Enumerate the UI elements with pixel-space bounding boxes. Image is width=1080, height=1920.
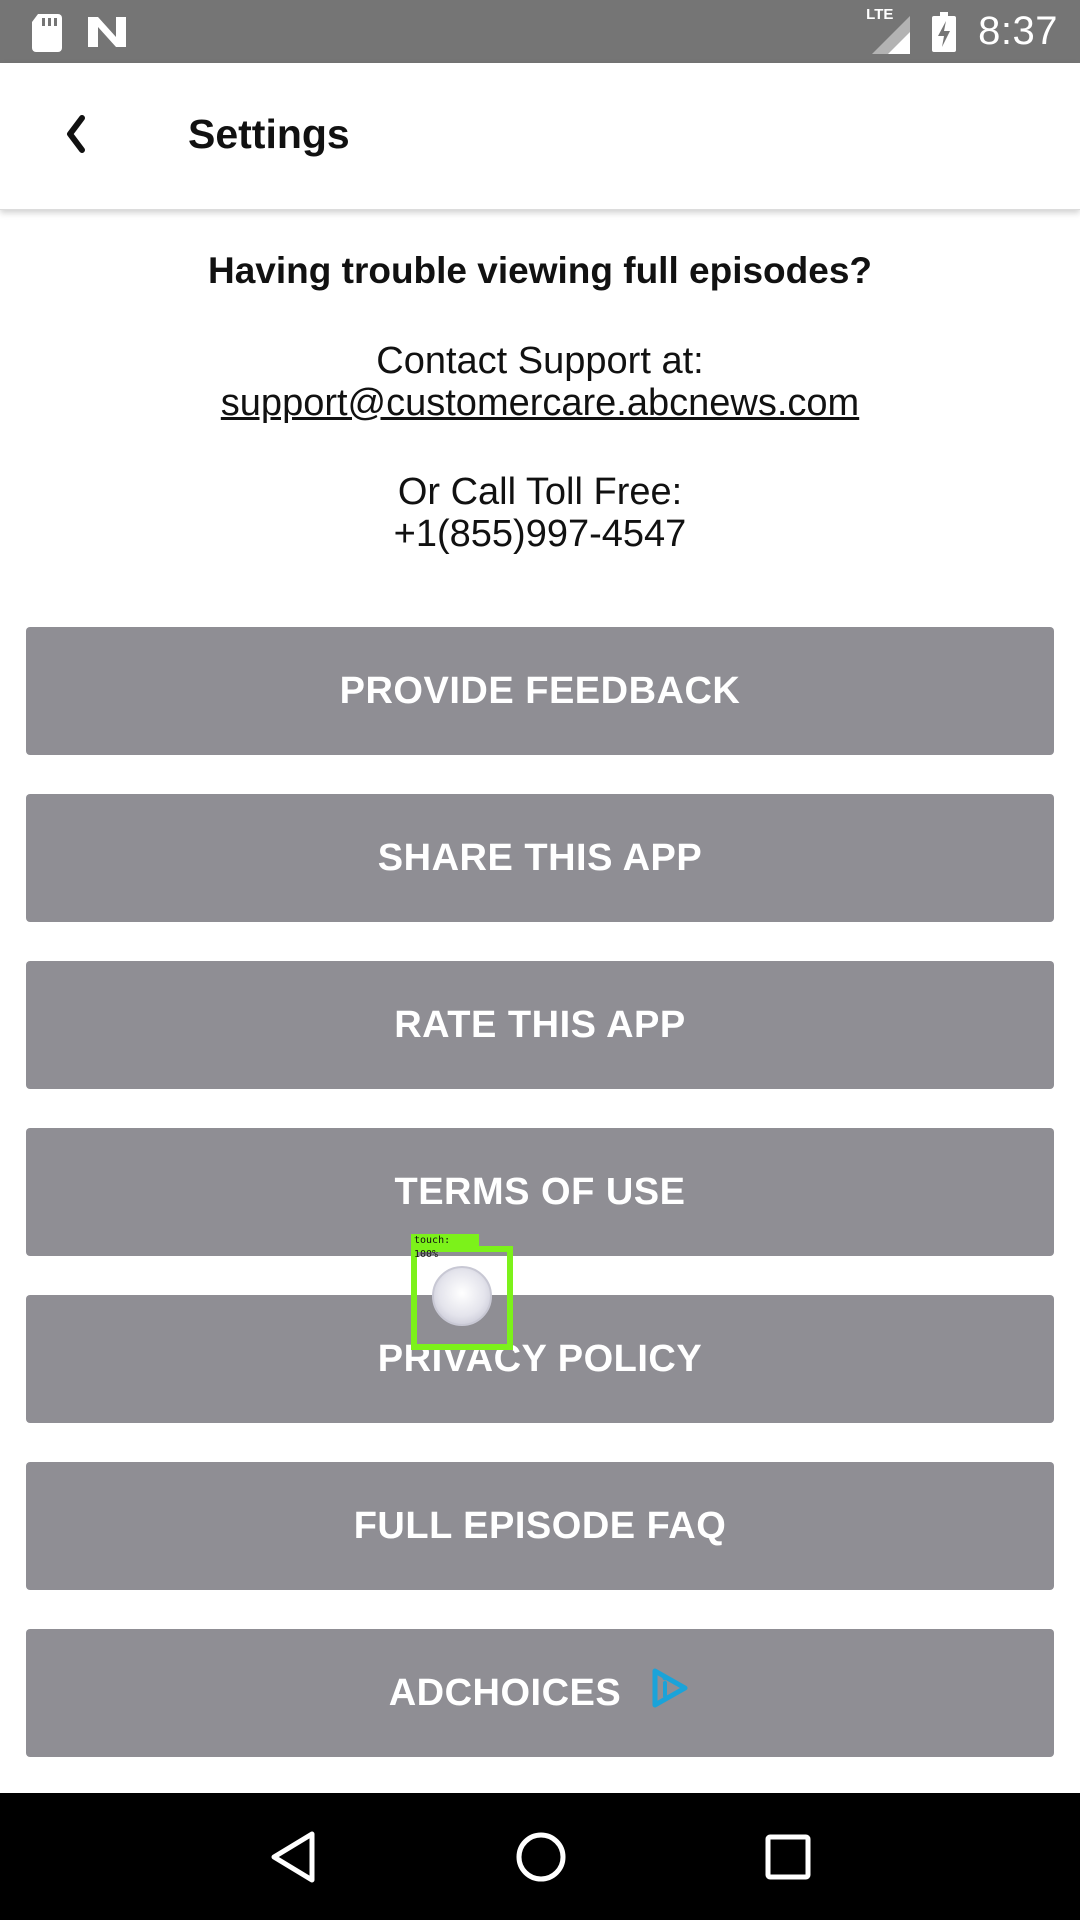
settings-content: Having trouble viewing full episodes? Co… bbox=[0, 210, 1080, 1793]
home-circle-icon[interactable] bbox=[514, 1830, 568, 1884]
share-app-button[interactable]: SHARE THIS APP bbox=[26, 794, 1054, 922]
sd-card-icon bbox=[30, 12, 64, 52]
status-bar-right: LTE 8:37 bbox=[866, 6, 1058, 54]
button-label: ADCHOICES bbox=[388, 1671, 622, 1714]
adchoices-button[interactable]: ADCHOICES bbox=[26, 1629, 1054, 1757]
system-nav-bar bbox=[0, 1793, 1080, 1920]
battery-charging-icon bbox=[932, 11, 957, 52]
recents-square-icon[interactable] bbox=[764, 1833, 812, 1881]
chevron-left-icon bbox=[62, 114, 88, 159]
n-logo-icon bbox=[86, 15, 128, 49]
button-label: FULL EPISODE FAQ bbox=[353, 1504, 727, 1547]
call-block: Or Call Toll Free: +1(855)997-4547 bbox=[0, 471, 1080, 555]
contact-support-block: Contact Support at: support@customercare… bbox=[0, 340, 1080, 424]
terms-of-use-button[interactable]: TERMS OF USE bbox=[26, 1128, 1054, 1256]
rate-app-button[interactable]: RATE THIS APP bbox=[26, 961, 1054, 1089]
adchoices-icon bbox=[649, 1666, 691, 1720]
provide-feedback-button[interactable]: PROVIDE FEEDBACK bbox=[26, 627, 1054, 755]
clock: 8:37 bbox=[978, 9, 1058, 53]
app-bar: Settings bbox=[0, 63, 1080, 210]
button-label: PROVIDE FEEDBACK bbox=[339, 669, 741, 712]
page-title: Settings bbox=[188, 111, 350, 157]
touch-point-icon bbox=[432, 1266, 492, 1326]
support-heading: Having trouble viewing full episodes? bbox=[207, 250, 873, 291]
back-button[interactable] bbox=[40, 101, 110, 171]
status-bar: LTE 8:37 bbox=[0, 0, 1080, 63]
call-label: Or Call Toll Free: bbox=[397, 471, 683, 513]
touch-indicator-label: touch: 100% bbox=[411, 1234, 479, 1260]
button-label: SHARE THIS APP bbox=[377, 836, 703, 879]
contact-label: Contact Support at: bbox=[376, 340, 704, 382]
button-label: RATE THIS APP bbox=[394, 1003, 686, 1046]
privacy-policy-button[interactable]: PRIVACY POLICY bbox=[26, 1295, 1054, 1423]
full-episode-faq-button[interactable]: FULL EPISODE FAQ bbox=[26, 1462, 1054, 1590]
signal-icon: LTE bbox=[866, 6, 911, 54]
support-email-link[interactable]: support@customercare.abcnews.com bbox=[221, 382, 859, 424]
button-label: TERMS OF USE bbox=[394, 1170, 686, 1213]
status-bar-left bbox=[30, 12, 128, 52]
back-triangle-icon[interactable] bbox=[268, 1830, 318, 1884]
phone-number[interactable]: +1(855)997-4547 bbox=[0, 513, 1080, 555]
